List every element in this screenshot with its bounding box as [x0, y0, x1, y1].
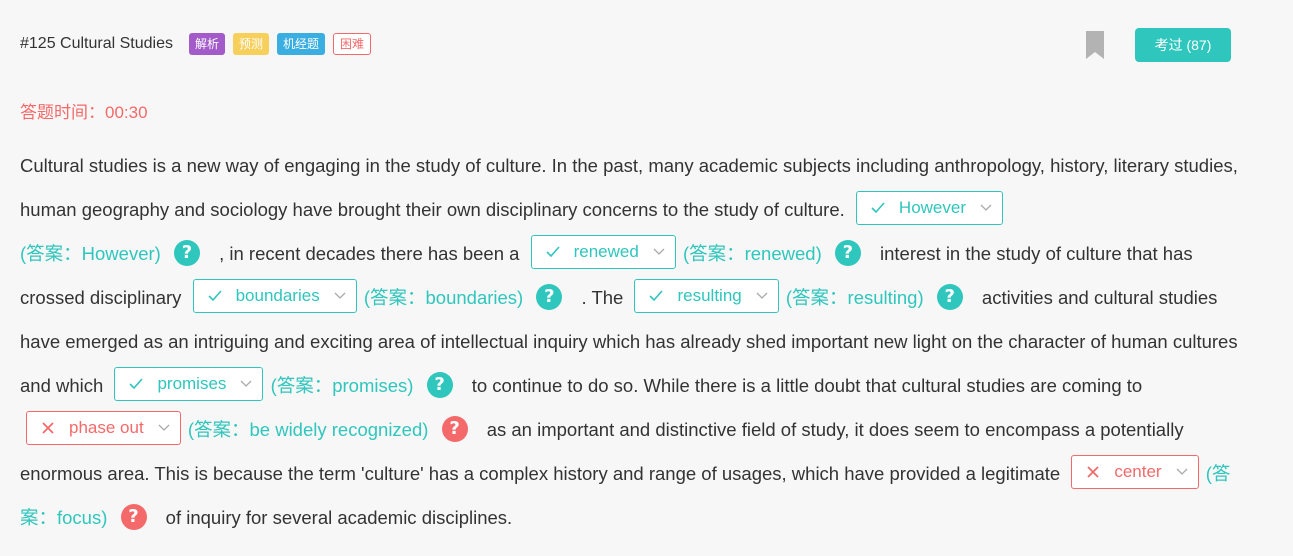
- check-icon: [208, 290, 222, 302]
- question-circle-icon[interactable]: ?: [536, 284, 563, 310]
- chevron-down-icon: [334, 290, 346, 302]
- check-icon: [546, 246, 560, 258]
- blank-selected-value: phase out: [69, 418, 144, 437]
- chevron-down-icon: [980, 202, 992, 214]
- passage: Cultural studies is a new way of engagin…: [20, 144, 1245, 540]
- chevron-down-icon: [756, 290, 768, 302]
- chevron-down-icon: [1176, 466, 1188, 478]
- chevron-down-icon: [158, 422, 170, 434]
- blank-selected-value: center: [1114, 462, 1162, 481]
- tag-prediction[interactable]: 预测: [233, 33, 270, 55]
- chevron-down-icon: [653, 246, 665, 258]
- passage-text: , in recent decades there has been a: [219, 243, 520, 264]
- blank-dropdown-5[interactable]: promises: [114, 367, 264, 401]
- blank-answer-4: (答案：resulting): [785, 287, 924, 308]
- blank-dropdown-6[interactable]: phase out: [26, 411, 181, 445]
- timer-label: 答题时间：: [20, 103, 105, 122]
- bookmark-icon[interactable]: [1086, 31, 1104, 59]
- check-icon: [871, 202, 885, 214]
- blank-dropdown-1[interactable]: However: [855, 191, 1004, 225]
- cross-icon: [41, 422, 55, 434]
- question-circle-icon[interactable]: ?: [173, 240, 200, 266]
- question-circle-icon[interactable]: ?: [426, 372, 453, 398]
- question-circle-icon[interactable]: ?: [441, 416, 468, 442]
- blank-answer-2: (答案：renewed): [682, 243, 822, 264]
- answer-timer: 答题时间：00:30: [20, 98, 148, 123]
- passage-text: of inquiry for several academic discipli…: [165, 507, 513, 528]
- passage-text: Cultural studies is a new way of engagin…: [20, 155, 1238, 220]
- blank-selected-value: renewed: [573, 242, 639, 261]
- cross-icon: [1086, 466, 1100, 478]
- blank-selected-value: However: [898, 198, 967, 217]
- question-header: #125 Cultural Studies 解析 预测 机经题 困难: [20, 32, 379, 56]
- blank-dropdown-4[interactable]: resulting: [634, 279, 779, 313]
- blank-answer-6: (答案：be widely recognized): [187, 419, 429, 440]
- blank-selected-value: promises: [157, 374, 227, 393]
- blank-answer-5: (答案：promises): [270, 375, 414, 396]
- check-icon: [649, 290, 664, 302]
- tag-analysis[interactable]: 解析: [188, 33, 225, 55]
- tag-difficulty: 困难: [333, 33, 372, 55]
- blank-answer-3: (答案：boundaries): [363, 287, 524, 308]
- passage-text: to continue to do so. While there is a l…: [471, 375, 1143, 396]
- blank-answer-1: (答案：However): [20, 243, 161, 264]
- blank-dropdown-3[interactable]: boundaries: [192, 279, 357, 313]
- chevron-down-icon: [240, 378, 252, 390]
- blank-dropdown-2[interactable]: renewed: [530, 235, 676, 269]
- timer-value: 00:30: [105, 103, 148, 122]
- blank-selected-value: boundaries: [235, 286, 320, 305]
- practiced-count-button[interactable]: 考过 (87): [1135, 28, 1231, 62]
- passage-text: . The: [581, 287, 624, 308]
- tag-past-exam[interactable]: 机经题: [277, 33, 326, 55]
- question-circle-icon[interactable]: ?: [834, 240, 861, 266]
- question-circle-icon[interactable]: ?: [936, 284, 963, 310]
- check-icon: [129, 378, 144, 390]
- question-circle-icon[interactable]: ?: [120, 504, 147, 530]
- blank-dropdown-7[interactable]: center: [1071, 455, 1199, 489]
- question-title: #125 Cultural Studies: [20, 35, 173, 52]
- blank-selected-value: resulting: [677, 286, 742, 305]
